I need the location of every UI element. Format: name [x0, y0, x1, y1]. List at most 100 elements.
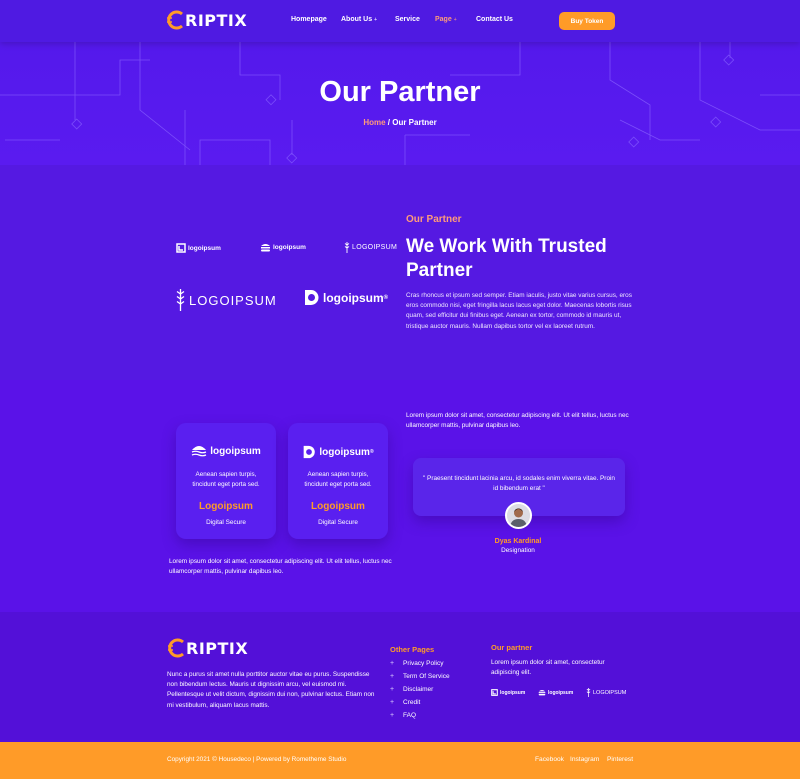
testimonial-person-name: Dyas Kardinal: [494, 538, 542, 545]
wheat-icon: [176, 289, 185, 311]
footer-partner-logo-3: LOGOIPSUM: [586, 688, 626, 697]
brand-logo[interactable]: RIPTIX: [167, 10, 247, 30]
footer-link-label: Credit: [403, 699, 421, 706]
footer-links: + Privacy Policy + Term Of Service + Discla…: [390, 657, 450, 722]
square-mark-icon: [176, 243, 186, 253]
footer-other-pages-title: Other Pages: [390, 645, 435, 654]
footer-link-credit[interactable]: + Credit: [390, 696, 450, 709]
footer-link-term-of-service[interactable]: + Term Of Service: [390, 670, 450, 683]
plus-icon: +: [390, 712, 395, 719]
card-role: Digital Secure: [206, 519, 246, 526]
breadcrumb: Home / Our Partner: [0, 118, 800, 127]
logo-text: logoipsum: [323, 290, 384, 305]
nav-label: Homepage: [291, 16, 327, 23]
footer-partner-logo-1: logoipsum: [491, 689, 525, 696]
nav-service[interactable]: Service: [395, 16, 420, 23]
nav-about-us[interactable]: About Us +: [341, 16, 377, 23]
copyright-text: Copyright 2021 © Housedeco | Powered by …: [167, 756, 347, 763]
navbar: RIPTIX Homepage About Us + Service Page + …: [0, 0, 800, 42]
partner-section: [0, 165, 800, 380]
trademark-mark: ®: [383, 294, 389, 301]
footer-partner-logo-2: logoipsum: [538, 689, 573, 696]
social-facebook-link[interactable]: Facebook: [535, 756, 564, 763]
breadcrumb-current: Our Partner: [392, 118, 437, 127]
card-role: Digital Secure: [318, 519, 358, 526]
square-mark-icon: [491, 689, 498, 696]
card-name: Logoipsum: [199, 501, 253, 512]
caret-icon: +: [453, 17, 457, 23]
logo-text: LOGOIPSUM: [352, 244, 398, 251]
footer-brand-logo[interactable]: RIPTIX: [168, 638, 248, 658]
avatar: [505, 502, 532, 529]
coin-c-icon: [168, 638, 184, 658]
waves-icon: [191, 446, 207, 457]
partner-logo-4: LOGOIPSUM: [176, 289, 277, 311]
social-instagram-link[interactable]: Instagram: [570, 756, 599, 763]
partner-logo-5: logoipsum ®: [303, 289, 388, 306]
partner-description: Cras rhoncus et ipsum sed semper. Etiam …: [406, 292, 632, 330]
nav-label: Page: [435, 16, 452, 23]
nav-label: Contact Us: [476, 16, 513, 23]
plus-icon: +: [390, 699, 395, 706]
footer-link-privacy-policy[interactable]: + Privacy Policy: [390, 657, 450, 670]
split-circle-icon: [304, 445, 316, 459]
footer-partner-title: Our partner: [491, 643, 533, 652]
card-name: Logoipsum: [311, 501, 365, 512]
logo-text: LOGOIPSUM: [189, 292, 277, 308]
partner-card-2: logoipsum ® Aenean sapien turpis, tincidu…: [288, 423, 388, 539]
logo-text: logoipsum: [548, 689, 574, 696]
split-circle-icon: [305, 290, 319, 305]
card-text: Aenean sapien turpis, tincidunt eget por…: [192, 471, 260, 488]
footer-about-text: Nunc a purus sit amet nulla porttitor au…: [167, 671, 375, 709]
wheat-icon: [586, 688, 591, 697]
footer-link-faq[interactable]: + FAQ: [390, 709, 450, 722]
testimonial-right-text: Lorem ipsum dolor sit amet, consectetur …: [406, 412, 629, 430]
caret-icon: +: [374, 17, 378, 23]
card-text: Aenean sapien turpis, tincidunt eget por…: [304, 471, 372, 488]
buy-token-button[interactable]: Buy Token: [559, 12, 615, 30]
card-logo-text: logoipsum: [319, 446, 370, 458]
footer-partner-text: Lorem ipsum dolor sit amet, consectetur …: [491, 659, 605, 677]
logo-text: logoipsum: [273, 244, 306, 251]
plus-icon: +: [390, 686, 395, 693]
partner-logo-1: logoipsum: [176, 243, 221, 253]
page-title: Our Partner: [319, 76, 481, 108]
trademark-mark: ®: [369, 449, 374, 455]
wheat-icon: [344, 242, 350, 253]
partner-logo-3: LOGOIPSUM: [344, 242, 397, 253]
bottom-bar: [0, 742, 800, 779]
quote-text: " Praesent tincidunt lacinia arcu, id so…: [423, 475, 615, 492]
coin-c-icon: [167, 10, 183, 30]
nav-label: About Us: [341, 16, 373, 23]
plus-icon: +: [390, 660, 395, 667]
person-photo-icon: [507, 504, 530, 527]
plus-icon: +: [390, 673, 395, 680]
testimonial-person-role: Designation: [501, 547, 535, 554]
logo-text: logoipsum: [188, 244, 221, 252]
nav-page[interactable]: Page +: [435, 16, 457, 23]
card-logo-text: logoipsum: [210, 445, 261, 457]
footer-link-label: Disclaimer: [403, 686, 434, 693]
partner-heading: We Work With Trusted Partner: [406, 236, 607, 281]
partner-eyebrow: Our Partner: [406, 214, 462, 225]
burger-stack-icon: [261, 244, 270, 252]
testimonial-left-text: Lorem ipsum dolor sit amet, consectetur …: [169, 558, 392, 576]
burger-stack-icon: [538, 689, 546, 696]
brand-name: RIPTIX: [185, 10, 248, 30]
nav-homepage[interactable]: Homepage: [291, 16, 327, 23]
footer-link-disclaimer[interactable]: + Disclaimer: [390, 683, 450, 696]
partner-logo-2: logoipsum: [260, 243, 306, 252]
footer-link-label: FAQ: [403, 712, 417, 719]
breadcrumb-home[interactable]: Home: [363, 118, 385, 127]
social-pinterest-link[interactable]: Pinterest: [607, 756, 633, 763]
brand-name: RIPTIX: [186, 638, 249, 658]
footer-link-label: Privacy Policy: [403, 660, 444, 667]
logo-text: LOGOIPSUM: [593, 689, 627, 696]
nav-label: Service: [395, 16, 420, 23]
hero-banner: RIPTIX Homepage About Us + Service Page + …: [0, 0, 800, 165]
partner-card-1: logoipsum Aenean sapien turpis, tincidun…: [176, 423, 276, 539]
card-logo: logoipsum ®: [288, 445, 388, 459]
nav-contact-us[interactable]: Contact Us: [476, 16, 513, 23]
card-logo: logoipsum: [176, 445, 276, 457]
footer-link-label: Term Of Service: [403, 673, 450, 680]
